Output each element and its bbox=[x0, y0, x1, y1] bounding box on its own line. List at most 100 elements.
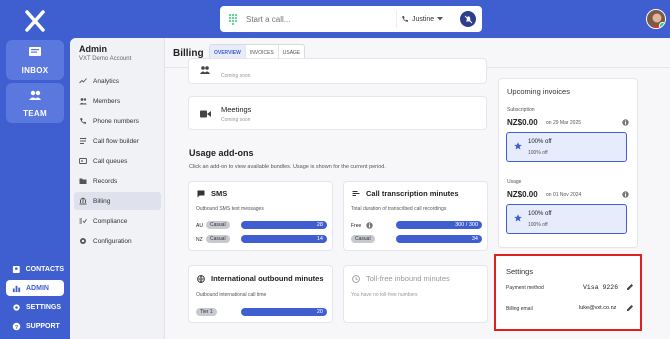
toll-free-description: You have no toll-free numbers bbox=[351, 292, 418, 298]
sms-country-au: AU bbox=[196, 223, 203, 229]
billing-email-label: Billing email bbox=[506, 306, 533, 312]
flow-icon bbox=[80, 137, 87, 144]
members-icon bbox=[79, 98, 87, 105]
usage-addons-description: Click an add-on to view available bundle… bbox=[189, 164, 386, 170]
queue-icon bbox=[79, 158, 87, 164]
subscription-discount-box: 100% off 100% off bbox=[506, 132, 627, 162]
meetings-title: Meetings bbox=[221, 105, 252, 114]
edit-pencil-icon[interactable] bbox=[626, 304, 634, 312]
clock-icon bbox=[352, 275, 360, 283]
add-on-card-top[interactable]: Coming soon bbox=[188, 58, 487, 84]
sidebar-item-label: Phone numbers bbox=[93, 117, 139, 125]
international-minutes-card[interactable]: International outbound minutes Outbound … bbox=[188, 265, 333, 323]
subscription-date: on 29 Mar 2025 bbox=[546, 120, 582, 126]
usage-discount: 100% off bbox=[528, 211, 552, 217]
rail-admin[interactable]: ADMIN bbox=[6, 280, 64, 296]
payment-method-label: Payment method bbox=[506, 285, 544, 291]
info-icon[interactable] bbox=[622, 191, 629, 198]
sidebar-item-label: Billing bbox=[93, 197, 111, 205]
billing-email-value: luke@vxt.co.nz bbox=[579, 305, 617, 311]
toll-free-card[interactable]: Toll-free inbound minutes You have no to… bbox=[343, 265, 488, 323]
sidebar-item-label: Call flow builder bbox=[93, 137, 139, 145]
transcription-description: Total duration of transcribed call recor… bbox=[351, 206, 447, 212]
sidebar-item-label: Call queues bbox=[93, 157, 128, 165]
sms-description: Outbound SMS text messages bbox=[196, 206, 264, 212]
sidebar-item-label: Members bbox=[93, 97, 121, 105]
rail-support-label: SUPPORT bbox=[26, 322, 60, 330]
sidebar-item-billing[interactable]: Billing bbox=[74, 192, 161, 210]
sidebar-item-configuration[interactable]: Configuration bbox=[74, 232, 161, 250]
edit-pencil-icon[interactable] bbox=[626, 283, 634, 291]
sidebar-item-call-queues[interactable]: Call queues bbox=[74, 152, 161, 170]
sms-usage-bar-nz: 14 bbox=[241, 235, 327, 243]
upcoming-invoices-title: Upcoming invoices bbox=[507, 87, 570, 96]
admin-sidebar: Admin VXT Demo Account Analytics Members… bbox=[70, 38, 165, 339]
billing-settings-card: Settings Payment method Visa 9226 Billin… bbox=[494, 254, 642, 331]
caller-id-select[interactable]: Justine bbox=[396, 10, 447, 28]
rail-admin-label: ADMIN bbox=[26, 284, 49, 292]
rail-support[interactable]: ? SUPPORT bbox=[6, 318, 64, 334]
subscription-discount-detail: 100% off bbox=[528, 150, 548, 156]
analytics-icon bbox=[79, 78, 87, 84]
international-usage-bar: 20 bbox=[241, 308, 327, 316]
usage-addons-heading: Usage add-ons bbox=[189, 148, 254, 158]
subscription-label: Subscription bbox=[507, 107, 535, 113]
transcription-card[interactable]: Call transcription minutes Total duratio… bbox=[343, 181, 488, 251]
rail-settings[interactable]: SETTINGS bbox=[6, 299, 64, 315]
globe-icon bbox=[197, 275, 205, 283]
help-icon: ? bbox=[12, 322, 21, 330]
contacts-icon bbox=[12, 265, 20, 273]
transcription-title: Call transcription minutes bbox=[366, 189, 459, 198]
sidebar-item-label: Compliance bbox=[93, 217, 128, 225]
sms-card[interactable]: SMS Outbound SMS text messages AU Casual… bbox=[188, 181, 333, 251]
sidebar-item-members[interactable]: Members bbox=[74, 92, 161, 110]
rail-team[interactable]: TEAM bbox=[6, 83, 64, 123]
rail-inbox-label: INBOX bbox=[21, 66, 49, 75]
transcription-casual-bar: 34 bbox=[396, 235, 482, 243]
usage-invoice-date: on 01 Nov 2024 bbox=[546, 192, 582, 198]
rail-inbox[interactable]: INBOX bbox=[6, 40, 64, 80]
usage-invoice-amount: NZ$0.00 bbox=[507, 190, 538, 199]
rail-settings-label: SETTINGS bbox=[26, 303, 62, 311]
left-rail: INBOX TEAM CONTACTS ADMIN SETTINGS ? SUP… bbox=[0, 0, 70, 339]
bank-icon bbox=[79, 197, 87, 205]
settings-title: Settings bbox=[506, 267, 534, 276]
payment-method-value: Visa 9226 bbox=[583, 284, 619, 291]
toll-free-title: Toll-free inbound minutes bbox=[366, 274, 450, 283]
sms-title: SMS bbox=[211, 189, 228, 198]
sidebar-item-phone-numbers[interactable]: Phone numbers bbox=[74, 112, 161, 130]
dialpad-icon[interactable] bbox=[228, 13, 238, 25]
sms-tier-chip: Casual bbox=[206, 235, 230, 243]
transcription-casual-chip: Casual bbox=[351, 235, 375, 243]
info-icon[interactable] bbox=[622, 119, 629, 126]
rail-team-label: TEAM bbox=[23, 109, 47, 118]
international-tier-chip: Tier 1 bbox=[196, 308, 217, 316]
sidebar-item-call-flow-builder[interactable]: Call flow builder bbox=[74, 132, 161, 150]
call-bar: Justine bbox=[220, 6, 482, 32]
do-not-disturb-button[interactable] bbox=[460, 11, 476, 27]
star-icon bbox=[514, 142, 522, 150]
rail-contacts[interactable]: CONTACTS bbox=[6, 261, 64, 277]
transcription-free-bar: 300 / 300 bbox=[396, 221, 482, 229]
user-avatar[interactable] bbox=[646, 9, 666, 29]
sidebar-item-records[interactable]: Records bbox=[74, 172, 161, 190]
transcription-free-label: Free bbox=[351, 223, 362, 229]
subscription-amount: NZ$0.00 bbox=[507, 118, 538, 127]
sidebar-item-label: Records bbox=[93, 177, 118, 185]
compliance-icon bbox=[79, 218, 87, 224]
meetings-card[interactable]: Meetings Coming soon bbox=[188, 96, 487, 130]
billing-content: Billing OVERVIEW INVOICES USAGE Coming s… bbox=[165, 38, 670, 339]
usage-discount-detail: 100% off bbox=[528, 222, 548, 228]
info-icon[interactable] bbox=[366, 222, 373, 229]
bell-off-icon bbox=[464, 15, 472, 23]
svg-text:?: ? bbox=[15, 324, 18, 330]
vxt-logo[interactable] bbox=[22, 8, 48, 34]
sidebar-item-analytics[interactable]: Analytics bbox=[74, 72, 161, 90]
sidebar-item-compliance[interactable]: Compliance bbox=[74, 212, 161, 230]
main-panel: Admin VXT Demo Account Analytics Members… bbox=[70, 38, 670, 339]
sidebar-item-label: Configuration bbox=[93, 237, 132, 245]
start-call-input[interactable] bbox=[246, 14, 376, 24]
sidebar-item-label: Analytics bbox=[93, 77, 120, 85]
gear-icon bbox=[13, 303, 20, 311]
team-icon bbox=[200, 66, 210, 74]
